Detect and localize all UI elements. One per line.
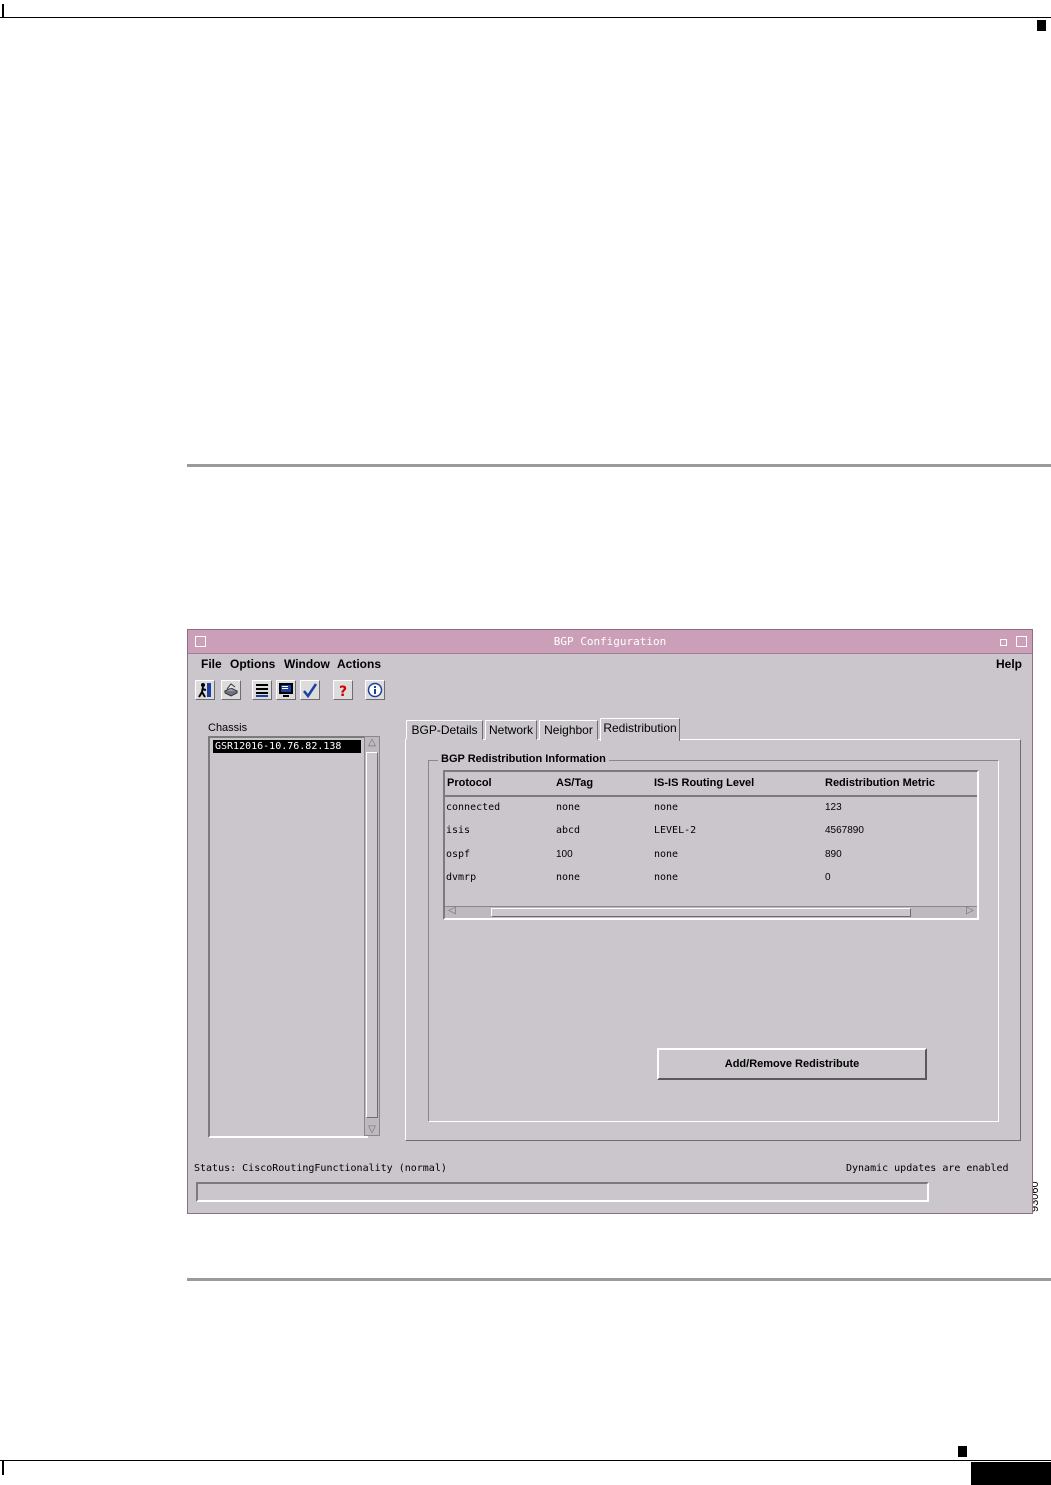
- menu-window[interactable]: Window: [284, 657, 330, 671]
- chassis-scrollbar[interactable]: △ ▽: [364, 736, 380, 1136]
- cell-metric: 123: [825, 802, 842, 813]
- page-bottom-tick: [2, 1461, 4, 1475]
- scroll-up-arrow-icon[interactable]: △: [365, 737, 379, 748]
- cell-metric: 0: [825, 872, 831, 883]
- status-message-field: [196, 1182, 929, 1202]
- cell-metric: 890: [825, 849, 842, 860]
- table-row[interactable]: isis abcd LEVEL-2 4567890: [445, 825, 977, 843]
- add-remove-redistribute-button[interactable]: Add/Remove Redistribute: [657, 1048, 927, 1080]
- group-title: BGP Redistribution Information: [438, 753, 609, 765]
- table-row[interactable]: connected none none 123: [445, 802, 977, 820]
- page-number-block: [971, 1462, 1051, 1485]
- column-header-metric[interactable]: Redistribution Metric: [825, 777, 935, 789]
- minimize-icon[interactable]: [1000, 639, 1007, 646]
- page-bottom-rule: [0, 1460, 1051, 1461]
- bgp-configuration-window: BGP Configuration File Options Window Ac…: [187, 629, 1033, 1214]
- cell-protocol: isis: [446, 825, 471, 836]
- scroll-down-arrow-icon[interactable]: ▽: [365, 1124, 379, 1135]
- dynamic-updates-text: Dynamic updates are enabled: [846, 1163, 1009, 1174]
- scroll-left-arrow-icon[interactable]: ◁: [445, 905, 459, 916]
- cell-as-tag: none: [556, 802, 581, 813]
- page-top-tick: [2, 4, 4, 18]
- cell-isis-level: none: [654, 872, 679, 883]
- help-icon[interactable]: ?: [333, 680, 353, 700]
- exit-icon[interactable]: [195, 680, 215, 700]
- status-text: Status: CiscoRoutingFunctionality (norma…: [194, 1163, 447, 1174]
- cell-isis-level: none: [654, 849, 679, 860]
- header-rule: [445, 795, 977, 797]
- menu-bar: File Options Window Actions Help: [188, 654, 1032, 676]
- scroll-thumb[interactable]: [366, 752, 378, 1118]
- print-icon[interactable]: [221, 680, 241, 700]
- maximize-icon[interactable]: [1016, 636, 1027, 647]
- chassis-list[interactable]: GSR12016-10.76.82.138: [208, 736, 368, 1138]
- column-header-isis-level[interactable]: IS-IS Routing Level: [654, 777, 754, 789]
- cell-as-tag: none: [556, 872, 581, 883]
- column-header-protocol[interactable]: Protocol: [447, 777, 492, 789]
- section-rule-top: [187, 464, 1051, 467]
- chassis-label: Chassis: [208, 722, 248, 734]
- tab-redistribution[interactable]: Redistribution: [600, 718, 680, 741]
- cell-protocol: ospf: [446, 849, 471, 860]
- cell-as-tag: 100: [556, 849, 573, 860]
- cell-as-tag: abcd: [556, 825, 581, 836]
- menu-help[interactable]: Help: [996, 657, 1022, 671]
- section-rule-bottom: [187, 1278, 1051, 1281]
- window-title: BGP Configuration: [553, 635, 667, 648]
- info-icon[interactable]: [365, 680, 385, 700]
- page-bottom-mark: [958, 1446, 967, 1457]
- scroll-thumb[interactable]: [491, 908, 911, 917]
- cell-protocol: connected: [446, 802, 501, 813]
- page-top-rule: [0, 17, 1051, 18]
- table-row[interactable]: ospf 100 none 890: [445, 849, 977, 867]
- cell-metric: 4567890: [825, 825, 864, 836]
- table-row[interactable]: dvmrp none none 0: [445, 872, 977, 890]
- title-bar[interactable]: BGP Configuration: [188, 630, 1032, 654]
- cell-protocol: dvmrp: [446, 872, 477, 883]
- table-scrollbar[interactable]: ◁ ▷: [445, 905, 977, 918]
- monitor-icon[interactable]: [276, 680, 296, 700]
- cell-isis-level: none: [654, 802, 679, 813]
- menu-options[interactable]: Options: [230, 657, 275, 671]
- cell-isis-level: LEVEL-2: [654, 825, 697, 836]
- menu-file[interactable]: File: [201, 657, 222, 671]
- list-icon[interactable]: [252, 680, 272, 700]
- column-header-as-tag[interactable]: AS/Tag: [556, 777, 593, 789]
- tab-neighbor[interactable]: Neighbor: [539, 720, 598, 740]
- redistribution-table: Protocol AS/Tag IS-IS Routing Level Redi…: [443, 770, 979, 920]
- tab-bgp-details[interactable]: BGP-Details: [406, 720, 483, 740]
- tab-network[interactable]: Network: [485, 720, 537, 740]
- page-corner-mark: [1037, 20, 1046, 31]
- chassis-item-selected[interactable]: GSR12016-10.76.82.138: [213, 740, 361, 753]
- svg-text:?: ?: [339, 684, 347, 698]
- check-icon[interactable]: [300, 680, 320, 700]
- menu-actions[interactable]: Actions: [337, 657, 381, 671]
- scroll-right-arrow-icon[interactable]: ▷: [963, 905, 977, 916]
